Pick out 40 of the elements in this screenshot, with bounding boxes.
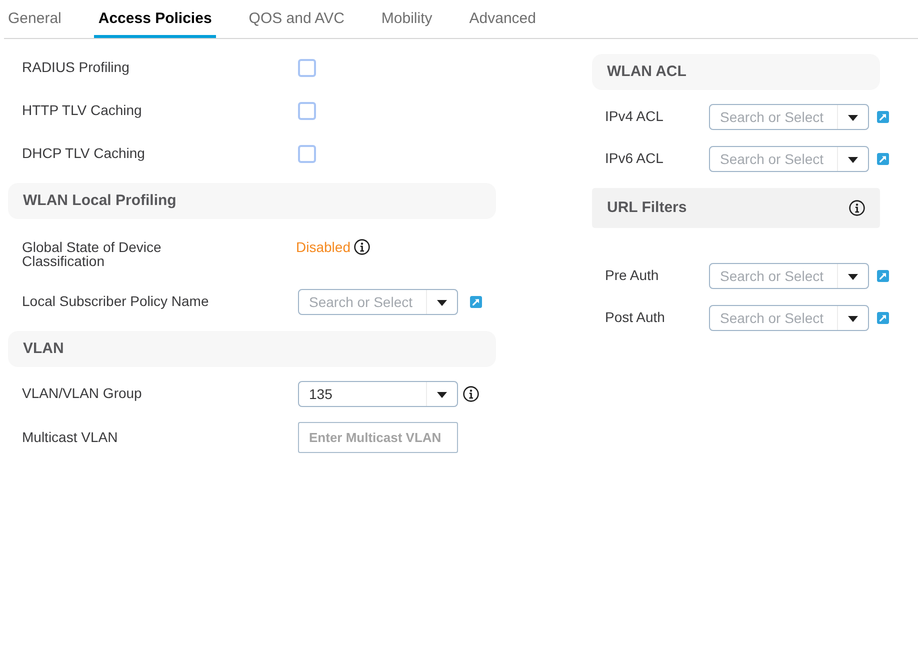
caret-icon[interactable] [437, 300, 447, 306]
tab[interactable]: QOS and AVC [244, 0, 348, 38]
info-icon[interactable] [354, 239, 370, 255]
tab[interactable]: Access Policies [94, 0, 216, 38]
section-title: WLAN ACL [607, 62, 686, 82]
tab[interactable]: Advanced [465, 0, 540, 38]
caret-icon[interactable] [848, 274, 858, 280]
field-label: Post Auth [605, 309, 665, 325]
checkbox[interactable] [298, 144, 316, 162]
external-link-icon[interactable] [877, 153, 889, 165]
field-label: Local Subscriber Policy Name [22, 293, 209, 309]
section-title: WLAN Local Profiling [23, 190, 176, 211]
field-label: Global State of Device Classification [22, 240, 162, 268]
external-link-icon[interactable] [877, 270, 889, 282]
checkbox[interactable] [298, 58, 316, 76]
section-title: URL Filters [607, 198, 687, 218]
tab[interactable]: Mobility [377, 0, 436, 38]
info-icon[interactable] [849, 200, 865, 216]
text-input[interactable]: Enter Multicast VLAN [298, 422, 458, 453]
external-link-icon[interactable] [877, 312, 889, 324]
external-link-icon[interactable] [877, 111, 889, 123]
field-label: HTTP TLV Caching [22, 102, 142, 118]
checkbox[interactable] [298, 102, 316, 120]
status-value: Disabled [296, 240, 350, 254]
caret-icon[interactable] [848, 316, 858, 322]
field-label: RADIUS Profiling [22, 58, 130, 74]
tab[interactable]: General [4, 0, 66, 38]
select-field[interactable]: 135 [298, 381, 458, 407]
external-link-icon[interactable] [470, 296, 482, 308]
caret-icon[interactable] [848, 157, 858, 163]
caret-icon[interactable] [437, 392, 447, 398]
field-label: IPv6 ACL [605, 150, 664, 166]
field-label: DHCP TLV Caching [22, 144, 145, 160]
caret-icon[interactable] [848, 115, 858, 121]
info-icon[interactable] [463, 386, 479, 402]
field-label: Multicast VLAN [22, 428, 118, 444]
field-label: VLAN/VLAN Group [22, 385, 142, 401]
field-label: IPv4 ACL [605, 108, 664, 124]
field-label: Pre Auth [605, 267, 659, 283]
section-title: VLAN [23, 338, 64, 359]
